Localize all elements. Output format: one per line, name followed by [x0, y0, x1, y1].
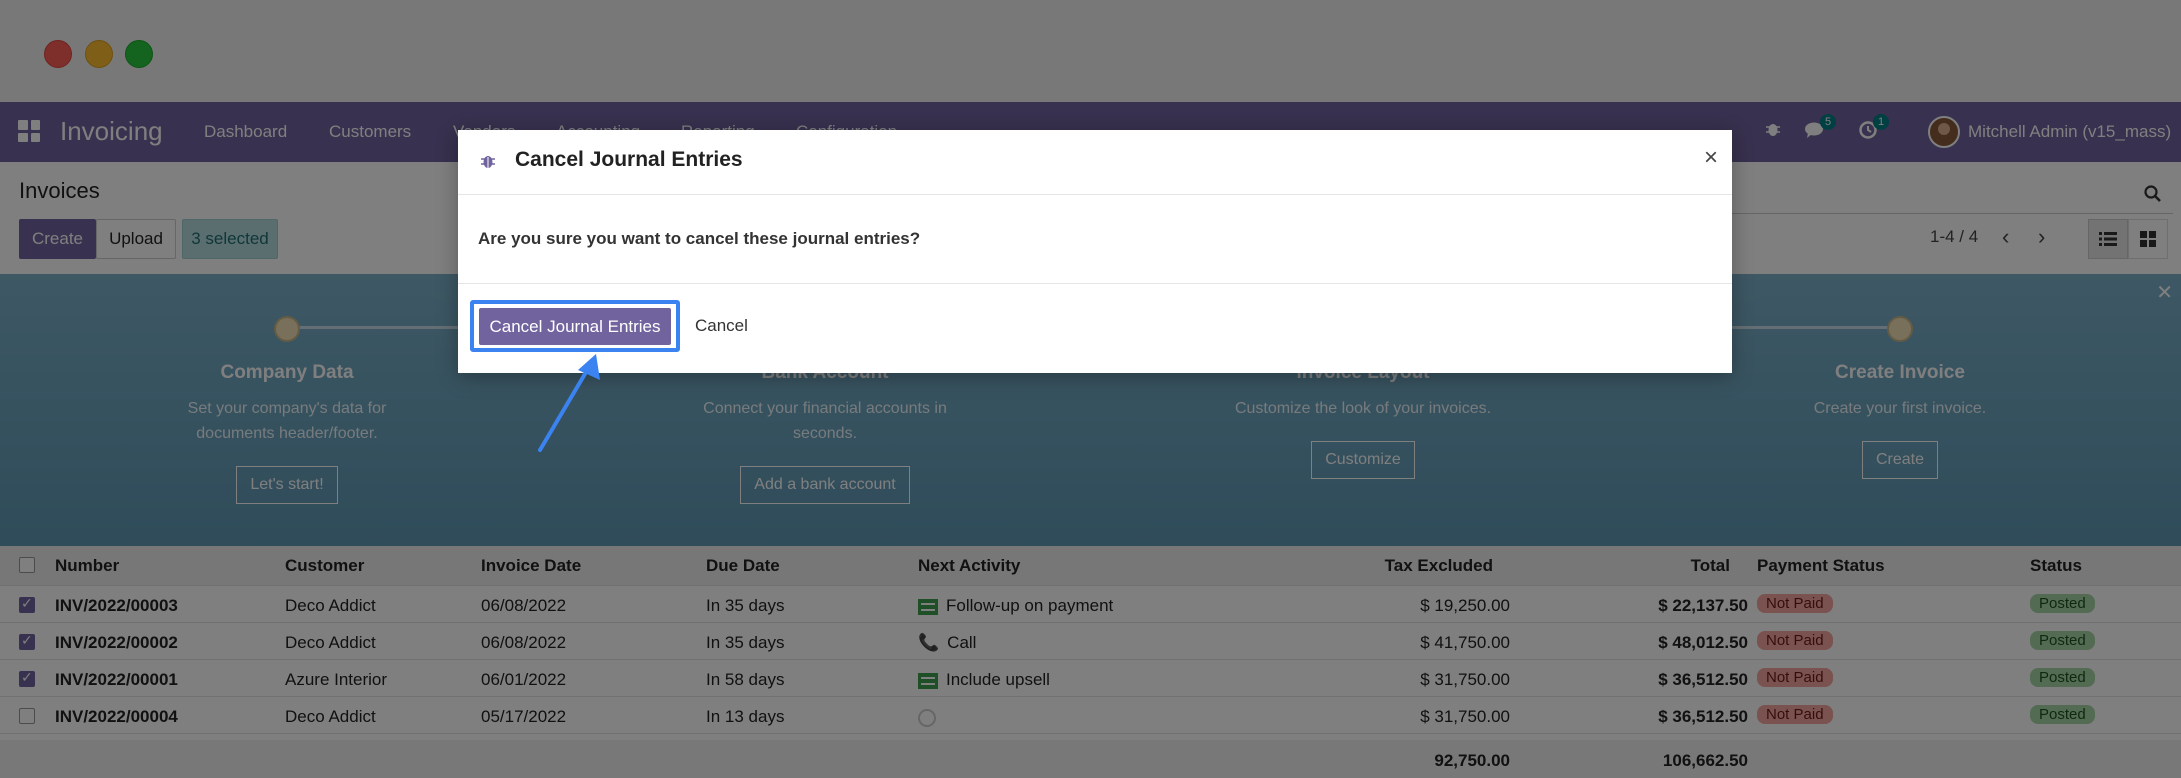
debug-bug-icon[interactable]	[479, 152, 497, 170]
modal-message: Are you sure you want to cancel these jo…	[478, 229, 921, 248]
cancel-journal-entries-dialog: Cancel Journal Entries × Are you sure yo…	[458, 130, 1732, 373]
confirm-cancel-journal-entries-button[interactable]: Cancel Journal Entries	[479, 308, 671, 345]
pointer-arrow-icon	[538, 354, 600, 452]
modal-backdrop[interactable]	[0, 0, 2181, 778]
modal-footer: Cancel Journal Entries Cancel	[458, 283, 1732, 373]
modal-header: Cancel Journal Entries ×	[458, 130, 1732, 195]
modal-title: Cancel Journal Entries	[515, 148, 743, 171]
cancel-button[interactable]: Cancel	[695, 316, 748, 336]
close-icon[interactable]: ×	[1704, 144, 1718, 172]
